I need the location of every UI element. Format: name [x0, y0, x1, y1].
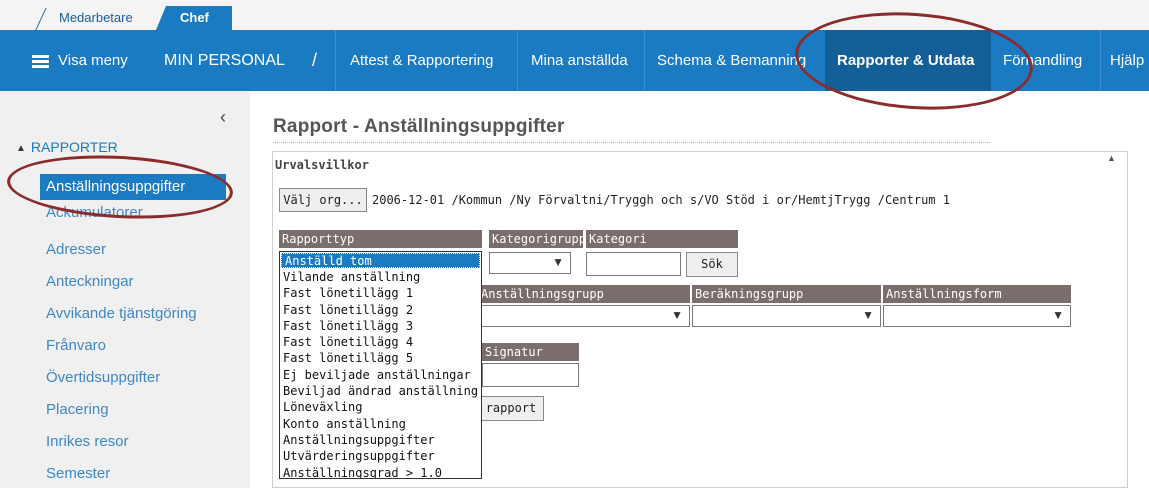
sidebar-item-ackumulatorer[interactable]: Ackumulatorer	[46, 204, 143, 221]
main-navbar: Visa meny MIN PERSONAL / Attest & Rappor…	[0, 30, 1149, 91]
panel-title: Urvalsvillkor	[275, 158, 369, 172]
signatur-label: Signatur	[482, 343, 579, 361]
nav-forhandling[interactable]: Förhandling	[1003, 30, 1082, 91]
kategori-label: Kategori	[586, 230, 738, 248]
signatur-input[interactable]	[482, 363, 579, 387]
kategorigrupp-select[interactable]: ▼	[489, 252, 571, 274]
rapporttyp-option[interactable]: Konto anställning	[280, 416, 481, 432]
sidebar-item-semester[interactable]: Semester	[46, 465, 110, 482]
sidebar-item-adresser[interactable]: Adresser	[46, 241, 106, 258]
choose-org-button[interactable]: Välj org...	[279, 188, 367, 212]
nav-divider	[1100, 30, 1101, 91]
berakningsgrupp-select[interactable]: ▼	[692, 305, 881, 327]
nav-divider	[335, 30, 336, 91]
show-menu-button[interactable]: Visa meny	[58, 30, 128, 91]
kategorigrupp-label: Kategorigrupp	[489, 230, 583, 248]
tab-medarbetare[interactable]: Medarbetare	[36, 6, 156, 30]
sidebar-section-rapporter[interactable]: ▲ RAPPORTER	[16, 139, 118, 155]
nav-divider	[517, 30, 518, 91]
rapporttyp-option[interactable]: Ej beviljade anställningar	[280, 367, 481, 383]
title-divider	[273, 142, 990, 143]
rapporttyp-option[interactable]: Anställningsuppgifter	[280, 432, 481, 448]
chevron-down-icon: ▼	[552, 255, 564, 269]
caret-up-icon: ▲	[16, 143, 26, 154]
rapporttyp-option[interactable]: Fast lönetillägg 1	[280, 285, 481, 301]
chevron-down-icon: ▼	[1052, 308, 1064, 322]
anstallningsform-label: Anställningsform	[883, 285, 1071, 303]
berakningsgrupp-label: Beräkningsgrupp	[692, 285, 881, 303]
anstallningsform-select[interactable]: ▼	[883, 305, 1071, 327]
org-path-text: 2006-12-01 /Kommun /Ny Förvaltni/Tryggh …	[372, 193, 950, 207]
sidebar-item-anstallningsuppgifter[interactable]: Anställningsuppgifter	[40, 174, 226, 200]
rapporttyp-option[interactable]: Anställd tom	[281, 253, 480, 268]
sidebar-section-label: RAPPORTER	[30, 139, 118, 155]
sidebar: ‹ ▲ RAPPORTER Anställningsuppgifter Ackum…	[0, 91, 250, 488]
chevron-down-icon: ▼	[862, 308, 874, 322]
sidebar-item-avvikande-tjanstgoring[interactable]: Avvikande tjänstgöring	[46, 305, 197, 322]
sidebar-item-placering[interactable]: Placering	[46, 401, 109, 418]
nav-attest-rapportering[interactable]: Attest & Rapportering	[350, 30, 493, 91]
anstallningsgrupp-select[interactable]: ▼	[478, 305, 690, 327]
rapporttyp-option[interactable]: Fast lönetillägg 4	[280, 334, 481, 350]
nav-section-title[interactable]: MIN PERSONAL	[164, 30, 285, 91]
create-report-button[interactable]: rapport	[478, 396, 544, 421]
nav-schema-bemanning[interactable]: Schema & Bemanning	[657, 30, 806, 91]
anstallningsgrupp-label: Anställningsgrupp	[478, 285, 690, 303]
sidebar-item-franvaro[interactable]: Frånvaro	[46, 337, 106, 354]
tab-chef[interactable]: Chef	[156, 6, 232, 30]
rapporttyp-option[interactable]: Vilande anställning	[280, 269, 481, 285]
sidebar-item-inrikes-resor[interactable]: Inrikes resor	[46, 433, 129, 450]
collapse-panel-icon[interactable]: ▲	[1107, 153, 1116, 163]
nav-divider	[644, 30, 645, 91]
top-tab-strip: Medarbetare Chef	[0, 0, 1149, 30]
page-title: Rapport - Anställningsuppgifter	[273, 116, 565, 137]
nav-hjalp[interactable]: Hjälp	[1110, 30, 1144, 91]
rapporttyp-dropdown[interactable]: Anställd tom Vilande anställning Fast lö…	[279, 251, 482, 479]
rapporttyp-option[interactable]: Fast lönetillägg 3	[280, 318, 481, 334]
nav-mina-anstallda[interactable]: Mina anställda	[531, 30, 628, 91]
nav-rapporter-utdata[interactable]: Rapporter & Utdata	[837, 30, 975, 91]
hamburger-menu-icon[interactable]	[32, 55, 49, 68]
rapporttyp-label: Rapporttyp	[279, 230, 482, 248]
rapporttyp-option[interactable]: Fast lönetillägg 2	[280, 302, 481, 318]
rapporttyp-option[interactable]: Fast lönetillägg 5	[280, 350, 481, 366]
chevron-down-icon: ▼	[671, 308, 683, 322]
rapporttyp-option[interactable]: Anställningsgrad > 1.0	[280, 465, 481, 478]
collapse-sidebar-icon[interactable]: ‹	[220, 107, 226, 128]
rapporttyp-option[interactable]: Löneväxling	[280, 399, 481, 415]
search-button[interactable]: Sök	[686, 252, 738, 277]
kategori-input[interactable]	[586, 252, 681, 276]
rapporttyp-option[interactable]: Utvärderingsuppgifter	[280, 448, 481, 464]
sidebar-item-overtidsuppgifter[interactable]: Övertidsuppgifter	[46, 369, 160, 386]
nav-separator: /	[312, 50, 318, 70]
sidebar-item-anteckningar[interactable]: Anteckningar	[46, 273, 134, 290]
rapporttyp-option[interactable]: Beviljad ändrad anställning	[280, 383, 481, 399]
